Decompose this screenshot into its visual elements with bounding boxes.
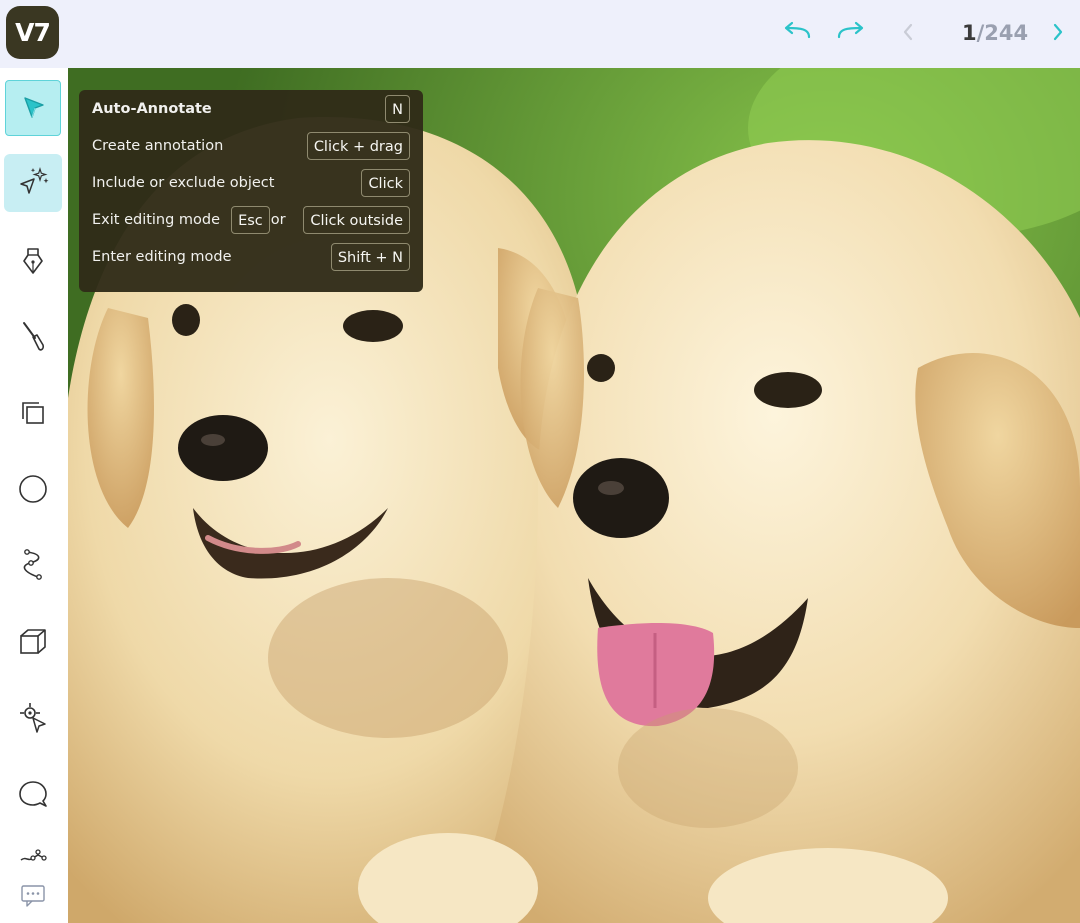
auto-annotate-tool[interactable] (4, 154, 62, 212)
auto-annotate-tooltip: Auto-Annotate N Create annotation Click … (79, 90, 423, 292)
shortcut-key: Shift + N (330, 243, 410, 271)
cube-icon (20, 629, 46, 654)
skeleton-icon (20, 849, 47, 861)
next-image-button[interactable] (1040, 16, 1076, 48)
shortcut-key: Click (361, 169, 410, 197)
top-bar: V7 1/244 (0, 0, 1080, 68)
tooltip-row-enter: Enter editing mode Shift + N (92, 242, 410, 272)
brush-tool[interactable] (4, 308, 62, 366)
text-tool[interactable] (4, 878, 62, 914)
page-counter: 1/244 (962, 18, 1028, 48)
shortcut-key-n: N (385, 95, 410, 123)
cuboid-tool[interactable] (4, 613, 62, 671)
circle-icon (19, 475, 47, 503)
chat-dots-icon (21, 885, 45, 907)
tooltip-label: Create annotation (92, 138, 224, 154)
comment-tool[interactable] (4, 766, 62, 824)
polyline-tool[interactable] (4, 536, 62, 594)
tooltip-row-exit: Exit editing mode Esc or Click outside (92, 205, 410, 235)
redo-arrow-icon (837, 21, 864, 39)
redo-button[interactable] (833, 16, 869, 48)
keypoint-tool[interactable] (4, 689, 62, 747)
tool-sidebar (0, 68, 68, 923)
tooltip-label: Exit editing mode (92, 212, 221, 228)
chevron-left-icon (903, 23, 913, 41)
keypoint-icon (20, 703, 46, 733)
tooltip-title-row: Auto-Annotate N (92, 94, 410, 124)
speech-bubble-icon (19, 781, 47, 807)
undo-arrow-icon (784, 21, 811, 39)
tooltip-label: Include or exclude object (92, 175, 275, 191)
v7-logo[interactable]: V7 (6, 6, 59, 59)
pen-nib-icon (23, 248, 43, 274)
sparkle-cursor-icon (20, 166, 49, 194)
tooltip-title: Auto-Annotate (92, 101, 212, 117)
undo-button[interactable] (779, 16, 815, 48)
copy-squares-icon (22, 402, 44, 424)
shortcut-key: Click outside (303, 206, 410, 234)
previous-image-button[interactable] (890, 16, 926, 48)
tooltip-label: Enter editing mode (92, 249, 232, 265)
tooltip-or-text: or (270, 212, 286, 228)
chevron-right-icon (1053, 23, 1063, 41)
tooltip-row-include: Include or exclude object Click (92, 168, 410, 198)
bounding-box-tool[interactable] (4, 384, 62, 442)
polygon-tool[interactable] (4, 232, 62, 290)
skeleton-tool[interactable] (4, 838, 62, 874)
cursor-arrow-icon (24, 97, 44, 118)
select-tool[interactable] (5, 80, 61, 136)
polyline-icon (23, 549, 42, 580)
annotation-app: V7 1/244 Auto-Annotate N Create annotati… (0, 0, 1080, 923)
shortcut-key: Esc (231, 206, 270, 234)
shortcut-key: Click + drag (306, 132, 410, 160)
ellipse-tool[interactable] (4, 460, 62, 518)
page-current: 1 (962, 21, 977, 45)
page-total: /244 (976, 21, 1029, 45)
brush-icon (23, 322, 44, 351)
tooltip-row-create: Create annotation Click + drag (92, 131, 410, 161)
